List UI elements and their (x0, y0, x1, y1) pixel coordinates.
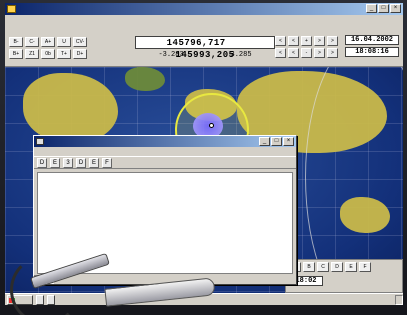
app-icon (7, 5, 16, 13)
hyperterminal-menu (34, 147, 296, 156)
map-key[interactable]: C (317, 262, 329, 272)
date-display: 16.04.2002 (345, 35, 399, 45)
step-button[interactable]: > (327, 48, 338, 58)
date-time-panel: 16.04.2002 18:08:16 (345, 33, 401, 57)
frequency-display[interactable]: 145796,717 145993,205 (135, 36, 275, 60)
maximize-button[interactable]: □ (378, 4, 389, 13)
step-buttons: < < + > > < < - > > (275, 36, 338, 58)
send-icon[interactable]: E (89, 158, 99, 168)
close-button[interactable]: × (390, 4, 401, 13)
terminal-output[interactable] (37, 172, 293, 274)
hyperterminal-titlebar[interactable]: _ □ × (34, 136, 296, 147)
main-titlebar[interactable]: _ □ × (5, 3, 403, 15)
open-icon[interactable]: E (50, 158, 60, 168)
key-button[interactable]: B- (9, 37, 23, 47)
map-key[interactable]: B (303, 262, 315, 272)
map-key[interactable]: E (345, 262, 357, 272)
connect-icon[interactable]: 3 (63, 158, 73, 168)
close-button[interactable]: × (283, 137, 294, 146)
key-button[interactable]: A+ (41, 37, 55, 47)
key-button[interactable]: C- (25, 37, 39, 47)
minimize-button[interactable]: _ (366, 4, 377, 13)
map-control-panel: A B C D E F 18:02 (285, 259, 403, 293)
doppler-shift: -3.283 3.285 (135, 51, 275, 59)
menu-bar (5, 15, 403, 25)
step-button[interactable]: > (327, 36, 338, 46)
minimize-button[interactable]: _ (259, 137, 270, 146)
step-button[interactable]: > (314, 48, 325, 58)
step-button[interactable]: - (301, 48, 312, 58)
terminal-icon (36, 138, 44, 145)
doppler-uplink: 3.285 (230, 51, 252, 59)
key-button[interactable]: U (57, 37, 71, 47)
hyperterminal-controls: _ □ × (259, 137, 294, 146)
step-button[interactable]: < (288, 36, 299, 46)
step-button[interactable]: < (275, 36, 286, 46)
maximize-button[interactable]: □ (271, 137, 282, 146)
step-button[interactable]: < (275, 48, 286, 58)
key-button[interactable]: 0b (41, 49, 55, 59)
window-controls: _ □ × (366, 4, 401, 13)
key-button[interactable]: T+ (57, 49, 71, 59)
hyperterminal-window[interactable]: _ □ × D E 3 D E F (33, 135, 297, 285)
doppler-downlink: -3.283 (158, 51, 184, 59)
time-display: 18:08:16 (345, 47, 399, 57)
step-button[interactable]: > (314, 36, 325, 46)
satellite-marker[interactable] (209, 123, 214, 128)
greenland-landmass (125, 67, 165, 91)
system-tray-clock (395, 294, 403, 305)
hyperterminal-toolbar: D E 3 D E F (34, 156, 296, 169)
control-panel: B- C- A+ U CV- B+ Z1 0b T+ D+ 145796,717… (5, 25, 403, 67)
step-button[interactable]: + (301, 36, 312, 46)
key-button[interactable]: CV- (73, 37, 87, 47)
disconnect-icon[interactable]: D (76, 158, 86, 168)
map-key[interactable]: F (359, 262, 371, 272)
mode-keys: B- C- A+ U CV- B+ Z1 0b T+ D+ (9, 37, 87, 59)
new-connection-icon[interactable]: D (37, 158, 47, 168)
key-button[interactable]: D+ (73, 49, 87, 59)
screen: _ □ × B- C- A+ U CV- B+ Z1 0b T+ D+ 1457… (5, 3, 403, 303)
key-button[interactable]: Z1 (25, 49, 39, 59)
step-button[interactable]: < (288, 48, 299, 58)
map-key[interactable]: D (331, 262, 343, 272)
properties-icon[interactable]: F (102, 158, 112, 168)
downlink-frequency: 145796,717 (166, 38, 226, 48)
key-button[interactable]: B+ (9, 49, 23, 59)
